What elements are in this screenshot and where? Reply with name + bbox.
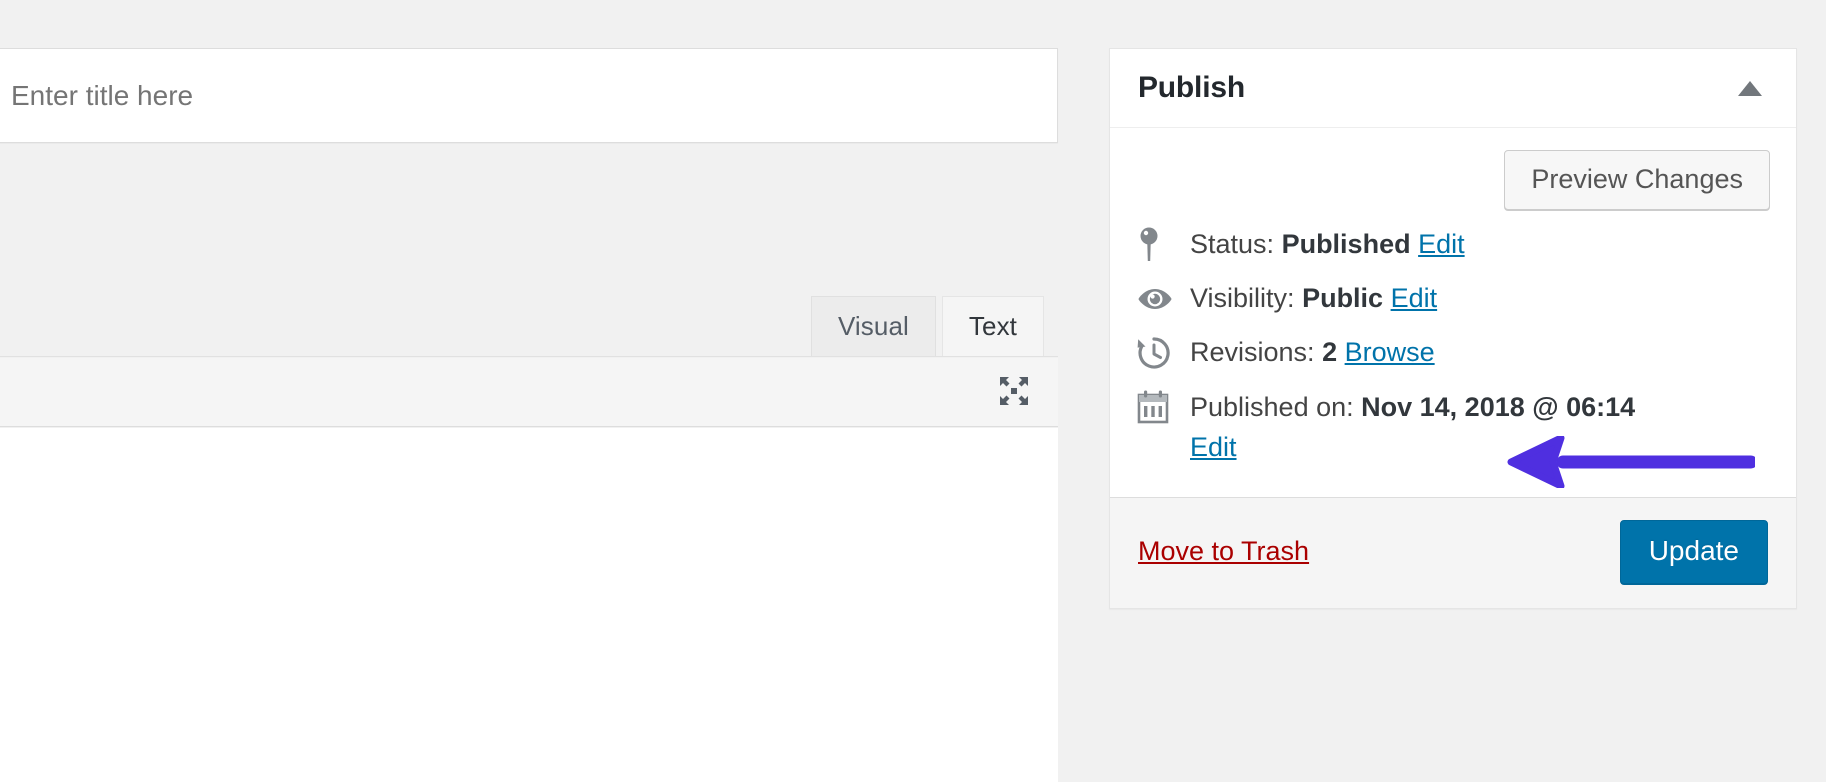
visibility-label: Visibility: xyxy=(1190,283,1295,313)
publish-metabox-title: Publish xyxy=(1138,71,1245,105)
publish-metabox-header: Publish xyxy=(1110,49,1796,128)
move-to-trash-link[interactable]: Move to Trash xyxy=(1138,536,1309,567)
chevron-up-icon[interactable] xyxy=(1730,68,1770,108)
published-on-value: Nov 14, 2018 @ 06:14 xyxy=(1361,392,1635,422)
published-on-text: Published on: Nov 14, 2018 @ 06:14 Edit xyxy=(1190,386,1635,466)
editor-mode-tabs: Visual Text xyxy=(811,296,1044,356)
wordpress-post-editor-screen: Visual Text xyxy=(0,0,1826,782)
tab-text[interactable]: Text xyxy=(942,296,1044,356)
post-title-box xyxy=(0,48,1058,143)
preview-changes-row: Preview Changes xyxy=(1136,150,1770,210)
preview-changes-button[interactable]: Preview Changes xyxy=(1504,150,1770,210)
post-status-pin-icon xyxy=(1136,224,1180,264)
post-content-area xyxy=(0,428,1058,782)
triangle-up-glyph xyxy=(1738,81,1762,96)
status-edit-link[interactable]: Edit xyxy=(1418,229,1465,259)
post-content-editor: Visual Text xyxy=(0,144,1058,782)
visibility-row-text: Visibility: Public Edit xyxy=(1190,278,1437,316)
visibility-value: Public xyxy=(1302,283,1383,313)
status-label: Status: xyxy=(1190,229,1274,259)
editor-tabs-strip: Visual Text xyxy=(0,144,1058,357)
revisions-row: Revisions: 2 Browse xyxy=(1136,332,1770,372)
status-row: Status: Published Edit xyxy=(1136,224,1770,264)
revisions-row-text: Revisions: 2 Browse xyxy=(1190,332,1435,370)
visibility-edit-link[interactable]: Edit xyxy=(1391,283,1438,313)
publish-metabox-body: Preview Changes Status: Published Edit xyxy=(1110,128,1796,497)
revisions-count: 2 xyxy=(1322,337,1337,367)
calendar-icon xyxy=(1136,386,1180,426)
visibility-row: Visibility: Public Edit xyxy=(1136,278,1770,318)
post-title-input[interactable] xyxy=(0,49,1057,142)
tab-visual[interactable]: Visual xyxy=(811,296,936,356)
post-content-textarea[interactable] xyxy=(0,428,1058,782)
published-on-row: Published on: Nov 14, 2018 @ 06:14 Edit xyxy=(1136,386,1770,466)
published-on-edit-link[interactable]: Edit xyxy=(1190,432,1237,462)
publish-metabox: Publish Preview Changes Status xyxy=(1109,48,1797,609)
published-on-label: Published on: xyxy=(1190,392,1354,422)
fullscreen-expand-icon[interactable] xyxy=(992,369,1036,413)
update-button[interactable]: Update xyxy=(1620,520,1768,585)
visibility-eye-icon xyxy=(1136,278,1180,318)
editor-toolbar-strip xyxy=(0,358,1058,427)
status-row-text: Status: Published Edit xyxy=(1190,224,1465,262)
revisions-label: Revisions: xyxy=(1190,337,1315,367)
publish-metabox-footer: Move to Trash Update xyxy=(1110,497,1796,609)
revisions-browse-link[interactable]: Browse xyxy=(1345,337,1435,367)
revisions-clock-icon xyxy=(1136,332,1180,372)
status-value: Published xyxy=(1282,229,1411,259)
